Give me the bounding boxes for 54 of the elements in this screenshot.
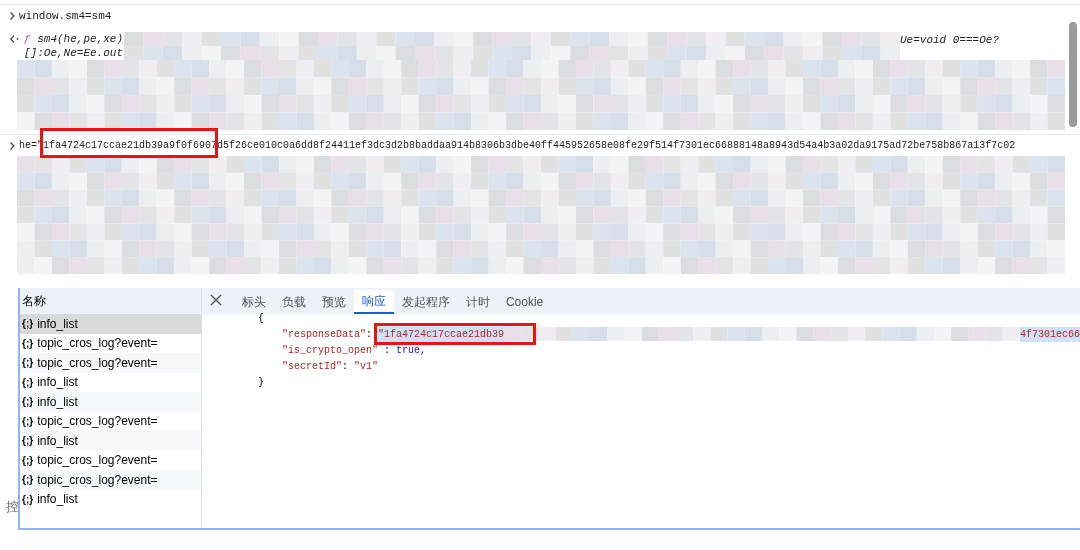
return-arrow-icon bbox=[10, 35, 19, 43]
tab[interactable]: 计时 bbox=[457, 290, 498, 314]
function-signature: ƒ sm4(he,pe,xe) bbox=[24, 32, 124, 46]
code-line: } bbox=[257, 375, 264, 390]
request-name: topic_cros_log?event= bbox=[37, 413, 158, 431]
json-key: "responseData" bbox=[281, 326, 366, 342]
request-name: info_list bbox=[37, 374, 78, 392]
tab[interactable]: 负载 bbox=[273, 290, 314, 314]
tab[interactable]: Cookie bbox=[497, 290, 552, 314]
json-colon: : bbox=[365, 327, 372, 342]
chevron-icon bbox=[10, 12, 15, 20]
request-row[interactable]: {;} info_list bbox=[20, 314, 201, 334]
chevron-icon bbox=[10, 141, 15, 150]
tab[interactable]: 响应 bbox=[353, 290, 394, 314]
request-name: info_list bbox=[37, 491, 78, 509]
json-icon: {;} bbox=[22, 355, 34, 371]
json-icon: {;} bbox=[22, 394, 34, 410]
tab-label[interactable]: 控 bbox=[6, 497, 19, 517]
tab[interactable]: 预览 bbox=[313, 290, 354, 314]
function-body: []:Oe,Ne=Ee.out bbox=[24, 46, 124, 60]
json-icon: {;} bbox=[22, 491, 34, 507]
json-key: "is_crypto_open" bbox=[281, 342, 378, 358]
json-icon: {;} bbox=[22, 472, 34, 488]
json-icon: {;} bbox=[22, 316, 34, 332]
json-icon: {;} bbox=[22, 335, 34, 351]
request-name: topic_cros_log?event= bbox=[37, 335, 158, 353]
function-body: Ue=void 0===Oe? bbox=[900, 33, 1000, 48]
code-line: { bbox=[257, 314, 264, 324]
request-row[interactable]: {;} topic_cros_log?event= bbox=[20, 353, 201, 373]
column-header: 名称 bbox=[20, 288, 201, 314]
request-name: info_list bbox=[37, 432, 78, 450]
json-icon: {;} bbox=[22, 413, 34, 429]
json-string: "v1" bbox=[353, 359, 378, 374]
json-boolean: true, bbox=[395, 343, 426, 358]
close-icon[interactable] bbox=[209, 294, 222, 306]
json-string: 4f7301ec66 bbox=[1020, 326, 1080, 342]
json-string: "1fa4724c17ccae21db39 bbox=[377, 326, 504, 342]
request-row[interactable]: {;} info_list bbox=[20, 392, 201, 412]
json-icon: {;} bbox=[22, 433, 34, 449]
request-name: topic_cros_log?event= bbox=[37, 452, 158, 470]
json-key: "secretId" bbox=[281, 358, 342, 374]
request-row[interactable]: {;} topic_cros_log?event= bbox=[20, 470, 201, 490]
tab[interactable]: 发起程序 bbox=[393, 290, 458, 314]
json-icon: {;} bbox=[22, 452, 34, 468]
tab[interactable]: 标头 bbox=[233, 290, 274, 314]
request-name: topic_cros_log?event= bbox=[37, 471, 158, 489]
request-name: info_list bbox=[37, 393, 78, 411]
console-text: window.sm4=sm4 bbox=[19, 8, 112, 24]
json-icon: {;} bbox=[22, 374, 34, 390]
request-name: info_list bbox=[37, 315, 78, 333]
request-name: topic_cros_log?event= bbox=[37, 354, 158, 372]
request-row[interactable]: {;} info_list bbox=[20, 431, 201, 451]
json-colon: : bbox=[383, 343, 390, 358]
json-colon: : bbox=[341, 359, 348, 374]
